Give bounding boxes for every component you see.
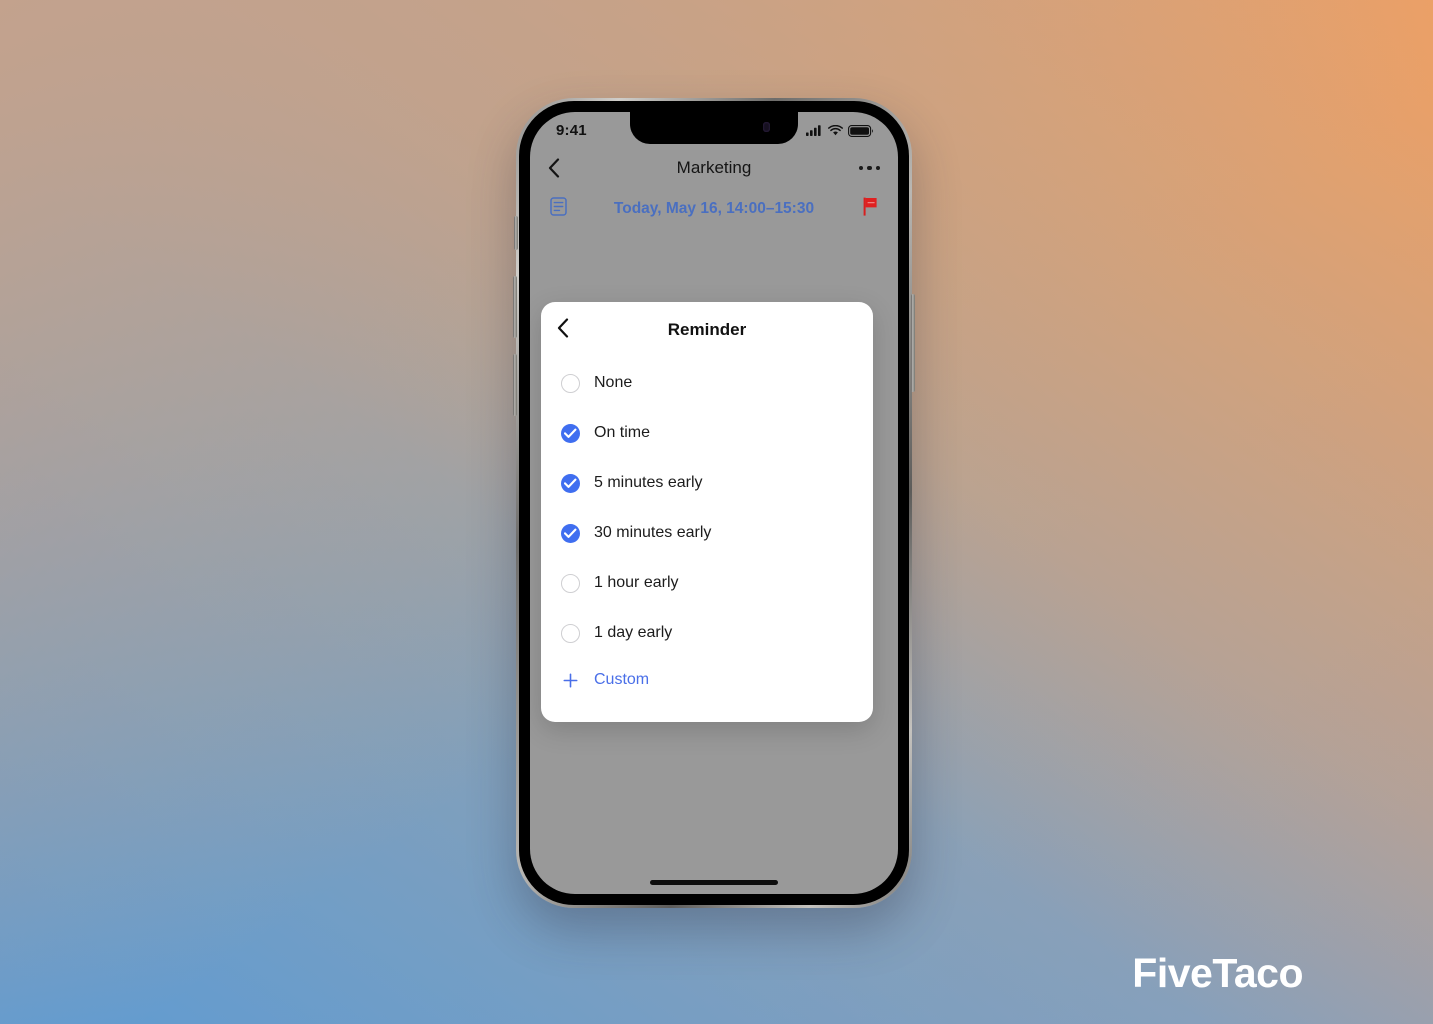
event-datetime-row: Today, May 16, 14:00–15:30 <box>530 190 898 228</box>
more-horizontal-icon <box>867 165 872 171</box>
list-item-label: 1 hour early <box>594 574 679 591</box>
checkbox-on-time[interactable] <box>561 423 580 443</box>
page-title: Marketing <box>676 158 752 177</box>
status-bar-time: 9:41 <box>556 122 587 139</box>
list-item[interactable]: 5 minutes early <box>541 458 873 508</box>
list-item[interactable]: 1 hour early <box>541 558 873 608</box>
custom-label: Custom <box>594 671 650 688</box>
status-bar: 9:41 <box>530 112 898 146</box>
list-item-label: 5 minutes early <box>594 474 703 491</box>
reminder-sheet: Reminder None On time 5 minutes early 30… <box>541 302 873 722</box>
battery-icon <box>848 124 874 137</box>
status-bar-icons <box>806 122 874 137</box>
phone-mockup: 9:41 Marketing Today, May 16, 14:00–15:3… <box>513 98 915 908</box>
wifi-icon <box>828 125 843 136</box>
fivetaco-watermark: FiveTaco <box>1132 950 1303 996</box>
list-item-label: 30 minutes early <box>594 524 712 541</box>
list-item[interactable]: 1 day early <box>541 608 873 658</box>
phone-body: 9:41 Marketing Today, May 16, 14:00–15:3… <box>519 101 909 905</box>
reminder-sheet-header: Reminder <box>541 302 873 358</box>
phone-screen: 9:41 Marketing Today, May 16, 14:00–15:3… <box>530 112 898 894</box>
chevron-left-icon <box>557 317 569 338</box>
more-horizontal-icon <box>858 165 863 171</box>
sheet-title: Reminder <box>667 320 747 339</box>
signal-icon <box>806 125 821 136</box>
checkbox-5-minutes-early[interactable] <box>561 473 580 493</box>
power-button[interactable] <box>911 294 915 392</box>
more-horizontal-icon <box>875 165 880 171</box>
checkbox-none[interactable] <box>561 373 580 393</box>
checkbox-30-minutes-early[interactable] <box>561 523 580 543</box>
volume-up-button[interactable] <box>513 276 517 338</box>
checkbox-1-day-early[interactable] <box>561 623 580 643</box>
checkbox-1-hour-early[interactable] <box>561 573 580 593</box>
more-options-button[interactable] <box>858 165 880 171</box>
list-item-label: On time <box>594 424 651 441</box>
document-list-icon[interactable] <box>550 197 567 221</box>
volume-down-button[interactable] <box>513 354 517 416</box>
reminder-options-list: None On time 5 minutes early 30 minutes … <box>541 358 873 702</box>
check-icon <box>564 528 577 538</box>
list-item[interactable]: 30 minutes early <box>541 508 873 558</box>
check-icon <box>564 428 577 438</box>
flag-icon[interactable] <box>863 197 878 221</box>
sheet-back-button[interactable] <box>557 317 569 343</box>
list-item[interactable]: None <box>541 358 873 408</box>
custom-reminder-button[interactable]: Custom <box>541 658 873 702</box>
nav-bar: Marketing <box>530 146 898 190</box>
home-indicator[interactable] <box>650 880 778 885</box>
plus-icon <box>561 672 580 688</box>
silent-switch-button[interactable] <box>514 216 518 250</box>
event-datetime-label: Today, May 16, 14:00–15:30 <box>613 200 815 217</box>
list-item-label: 1 day early <box>594 624 673 641</box>
check-icon <box>564 478 577 488</box>
list-item[interactable]: On time <box>541 408 873 458</box>
list-item-label: None <box>594 374 633 391</box>
